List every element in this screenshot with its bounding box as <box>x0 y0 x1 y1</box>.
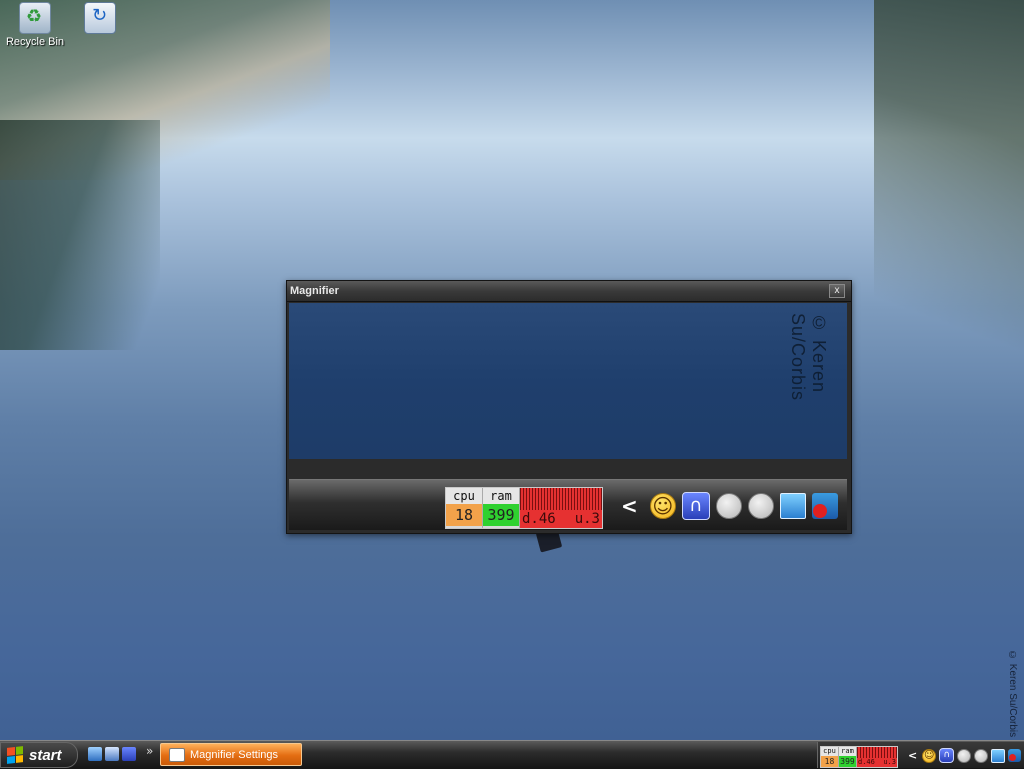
chevron-left-icon[interactable]: < <box>621 494 638 518</box>
magnified-taskbar: cpu 18 ram 399 d.46 u.3 < <box>289 479 847 530</box>
tray-icons: < <box>908 748 1022 763</box>
chevron-left-icon[interactable]: < <box>908 749 917 762</box>
ram-value: 399 <box>483 504 519 526</box>
stop-badge-icon[interactable] <box>1008 749 1022 762</box>
network-graph-spikes <box>520 488 602 510</box>
cpu-meter: cpu 18 <box>446 488 483 528</box>
net-down: d.46 <box>858 758 875 766</box>
taskbar: start » Magnifier Settings cpu 18 ram 39… <box>0 740 1024 769</box>
net-up: u.3 <box>574 511 600 527</box>
gray-circle-icon[interactable] <box>957 748 972 763</box>
cpu-value: 18 <box>821 756 838 767</box>
smiley-icon[interactable] <box>649 493 676 519</box>
magnifier-window[interactable]: Magnifier x © Keren Su/Corbis cpu 18 ram… <box>286 280 852 534</box>
stop-badge-icon[interactable] <box>811 493 838 519</box>
network-icon[interactable] <box>779 493 806 519</box>
net-down: d.46 <box>522 511 556 527</box>
ram-label: ram <box>839 747 856 756</box>
network-icon[interactable] <box>991 748 1006 763</box>
windows-logo-icon <box>7 746 23 764</box>
magnifier-settings-icon <box>169 747 185 762</box>
show-desktop-icon[interactable] <box>88 747 102 761</box>
desktop-icon-label: Recycle Bin <box>5 36 65 48</box>
quick-launch <box>88 746 136 762</box>
net-up: u.3 <box>883 758 896 766</box>
smiley-icon[interactable] <box>922 748 937 763</box>
cpu-meter: cpu 18 <box>821 747 839 767</box>
arc-icon[interactable] <box>939 748 955 763</box>
taskbar-button-magnifier-settings[interactable]: Magnifier Settings <box>160 743 302 766</box>
taskbar-button-label: Magnifier Settings <box>190 748 279 761</box>
system-meter[interactable]: cpu 18 ram 399 d.46 u.3 <box>445 487 603 529</box>
arc-icon[interactable] <box>122 747 136 761</box>
magnifier-viewport: © Keren Su/Corbis <box>289 303 847 459</box>
recycle-bin-icon <box>19 2 51 34</box>
desktop-icon-recycle-bin[interactable]: Recycle Bin <box>0 2 70 48</box>
network-graph: d.46 u.3 <box>857 747 897 767</box>
magnifier-titlebar[interactable]: Magnifier x <box>287 281 851 302</box>
quick-launch-overflow[interactable]: » <box>146 744 153 758</box>
explorer-icon[interactable] <box>105 747 119 761</box>
cpu-label: cpu <box>446 488 482 504</box>
desktop-watermark: © Keren Su/Corbis <box>1007 650 1018 738</box>
system-tray: cpu 18 ram 399 d.46 u.3 < <box>817 742 1024 768</box>
window-title: Magnifier <box>290 285 339 297</box>
system-meter[interactable]: cpu 18 ram 399 d.46 u.3 <box>820 746 898 768</box>
close-button[interactable]: x <box>829 284 845 298</box>
network-graph-spikes <box>857 747 897 758</box>
trees-reflection-left <box>0 120 160 350</box>
gray-circle-icon[interactable] <box>747 493 774 519</box>
cpu-label: cpu <box>821 747 838 756</box>
ram-meter: ram 399 <box>483 488 520 528</box>
magnified-watermark: © Keren Su/Corbis <box>788 313 829 402</box>
arc-icon[interactable] <box>681 492 710 520</box>
ram-value: 399 <box>839 756 856 767</box>
ram-meter: ram 399 <box>839 747 857 767</box>
cpu-value: 18 <box>446 504 482 526</box>
gray-circle-icon[interactable] <box>974 748 989 763</box>
start-button[interactable]: start <box>0 742 78 768</box>
network-graph: d.46 u.3 <box>520 488 602 528</box>
magnified-tray-icons: < <box>621 492 838 520</box>
start-label: start <box>29 746 62 764</box>
shortcut-icon <box>84 2 116 34</box>
gray-circle-icon[interactable] <box>715 493 742 519</box>
trees-right <box>874 0 1024 360</box>
ram-label: ram <box>483 488 519 504</box>
desktop-icon-shortcut[interactable] <box>65 2 135 34</box>
